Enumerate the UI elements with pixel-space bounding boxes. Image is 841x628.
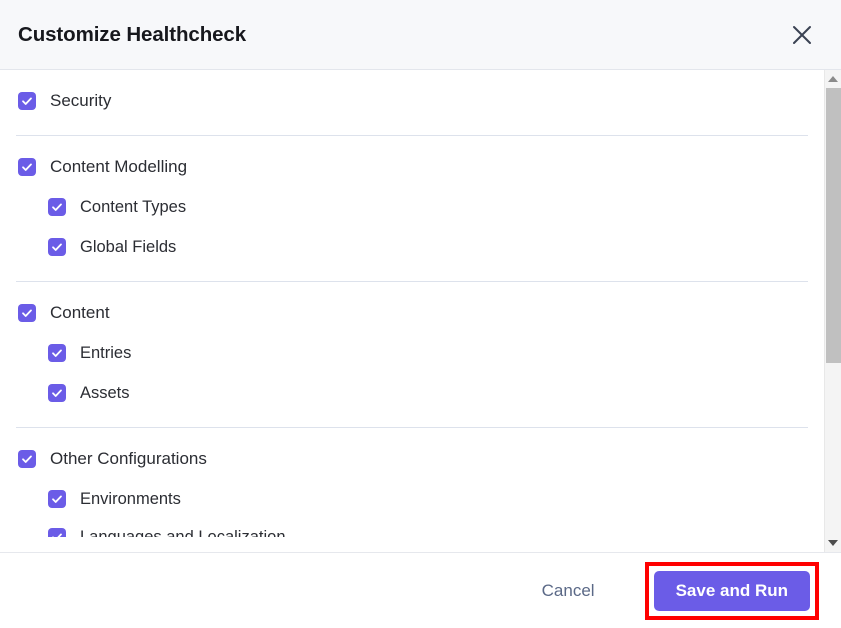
checkbox-global-fields[interactable] xyxy=(48,238,66,256)
checkbox-other-configurations[interactable] xyxy=(18,450,36,468)
checkbox-row-assets[interactable]: Assets xyxy=(16,373,808,413)
checkbox-label: Entries xyxy=(80,343,132,362)
checkbox-label: Other Configurations xyxy=(50,449,207,468)
cancel-button[interactable]: Cancel xyxy=(528,571,609,611)
customize-healthcheck-dialog: Customize Healthcheck Security Content M… xyxy=(0,0,841,628)
page-title: Customize Healthcheck xyxy=(18,22,247,46)
checkbox-row-environments[interactable]: Environments xyxy=(16,479,808,519)
annotation-highlight-box: Save and Run xyxy=(644,561,819,620)
checkbox-label: Content Types xyxy=(80,197,187,216)
checkbox-entries[interactable] xyxy=(48,344,66,362)
checkbox-label: Global Fields xyxy=(80,237,177,256)
scrollbar-track[interactable] xyxy=(824,88,841,534)
dialog-footer: Cancel Save and Run xyxy=(0,553,841,628)
checkbox-row-other-configurations[interactable]: Other Configurations xyxy=(16,439,808,479)
checkbox-label: Content Modelling xyxy=(50,157,188,176)
group-content-modelling: Content Modelling Content Types Global F… xyxy=(0,136,824,282)
checkbox-environments[interactable] xyxy=(48,490,66,508)
scrollbar-thumb[interactable] xyxy=(825,88,841,363)
dialog-body: Security Content Modelling Content Types… xyxy=(0,70,841,553)
group-other-configurations: Other Configurations Environments Langua… xyxy=(0,428,824,551)
dialog-header: Customize Healthcheck xyxy=(0,0,841,70)
scroll-up-button[interactable] xyxy=(824,70,841,88)
checkbox-label: Languages and Localization xyxy=(80,527,286,538)
close-button[interactable] xyxy=(785,18,819,52)
checkbox-row-content-types[interactable]: Content Types xyxy=(16,187,808,227)
checkbox-row-global-fields[interactable]: Global Fields xyxy=(16,227,808,267)
scroll-down-arrow-icon xyxy=(828,540,838,546)
save-and-run-button[interactable]: Save and Run xyxy=(653,570,810,611)
checkbox-security[interactable] xyxy=(18,92,36,110)
checkbox-content[interactable] xyxy=(18,304,36,322)
checkbox-label: Content xyxy=(50,303,110,322)
vertical-scrollbar[interactable] xyxy=(824,70,841,552)
checkbox-assets[interactable] xyxy=(48,384,66,402)
checkbox-languages-and-localization[interactable] xyxy=(48,528,66,537)
checkbox-row-content-modelling[interactable]: Content Modelling xyxy=(16,147,808,187)
scroll-down-button[interactable] xyxy=(824,534,841,552)
checkbox-label: Environments xyxy=(80,489,181,508)
checkbox-label: Security xyxy=(50,91,112,110)
close-icon xyxy=(791,24,813,46)
checkbox-row-security[interactable]: Security xyxy=(16,81,808,121)
checkbox-list: Security Content Modelling Content Types… xyxy=(0,70,824,552)
group-content: Content Entries Assets xyxy=(0,282,824,428)
scroll-up-arrow-icon xyxy=(828,76,838,82)
checkbox-content-types[interactable] xyxy=(48,198,66,216)
checkbox-label: Assets xyxy=(80,383,130,402)
group-security: Security xyxy=(0,70,824,136)
checkbox-row-entries[interactable]: Entries xyxy=(16,333,808,373)
checkbox-row-languages-and-localization[interactable]: Languages and Localization xyxy=(16,519,808,537)
clipped-row-wrapper: Languages and Localization xyxy=(16,519,808,537)
checkbox-content-modelling[interactable] xyxy=(18,158,36,176)
checkbox-row-content[interactable]: Content xyxy=(16,293,808,333)
